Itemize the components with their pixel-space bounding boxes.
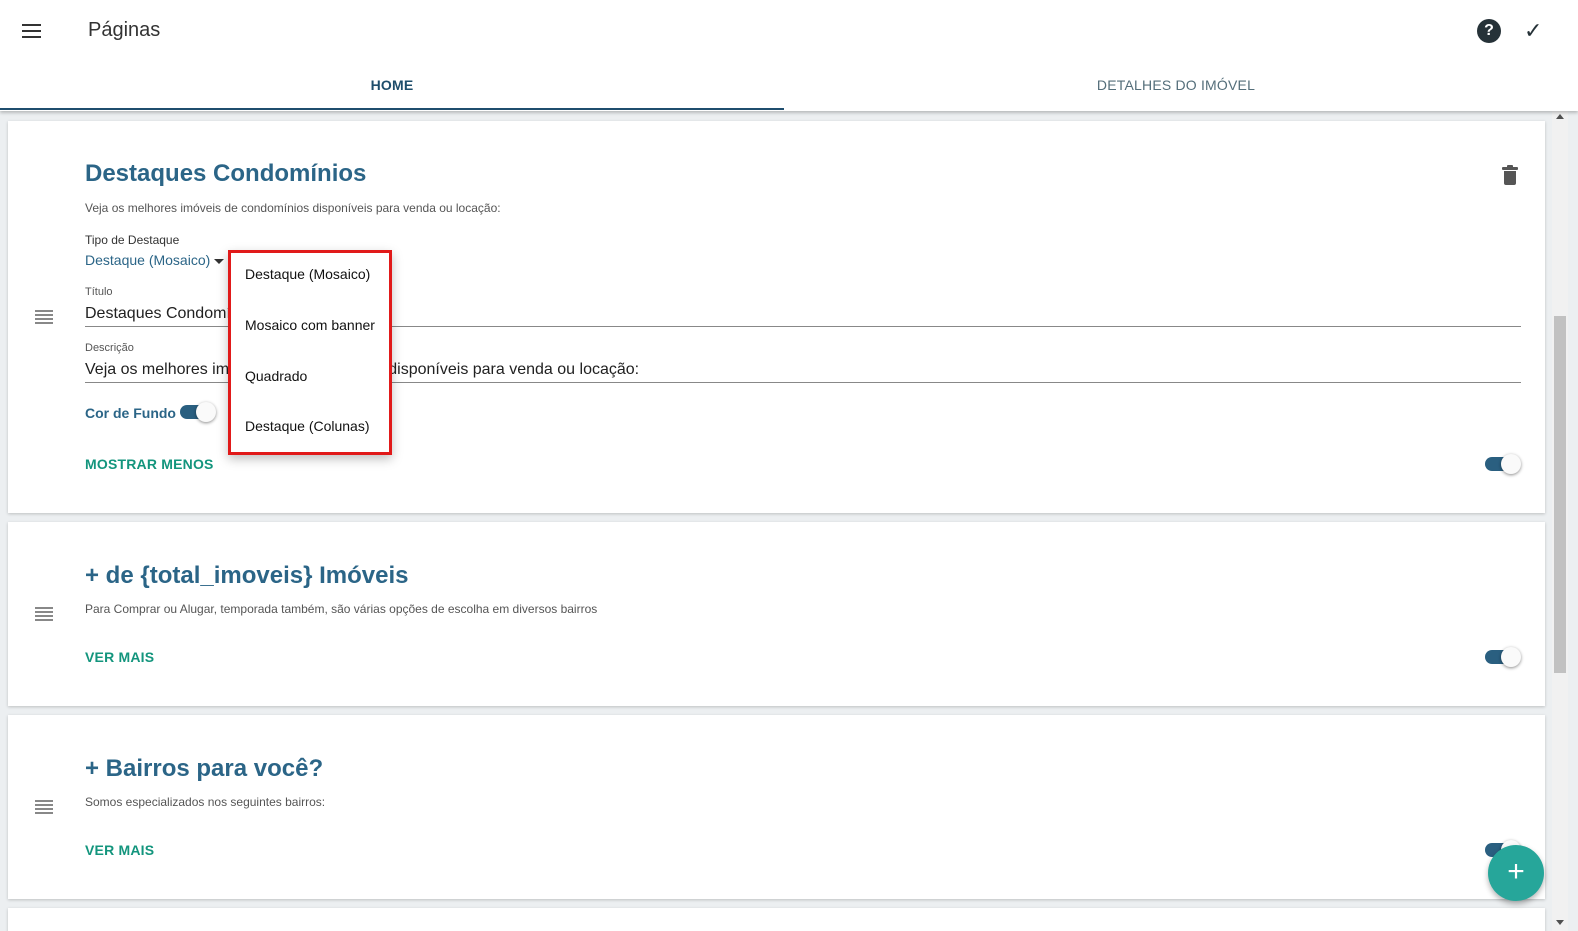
mostrar-menos-button[interactable]: MOSTRAR MENOS [85,456,214,472]
dropdown-option[interactable]: Destaque (Colunas) [245,418,370,434]
tab-detalhes-do-imovel[interactable]: DETALHES DO IMÓVEL [784,62,1568,110]
scroll-up-arrow-icon[interactable] [1556,114,1564,119]
ver-mais-button[interactable]: VER MAIS [85,649,154,665]
section-subtitle: Para Comprar ou Alugar, temporada também… [85,602,598,616]
page-title: Páginas [88,19,161,41]
dropdown-option[interactable]: Quadrado [245,368,307,384]
chevron-down-icon[interactable] [214,259,224,264]
tab-home[interactable]: HOME [0,62,784,110]
scrollbar[interactable] [1552,111,1568,931]
descricao-label: Descrição [85,342,134,354]
dropdown-option[interactable]: Destaque (Mosaico) [245,266,370,282]
drag-handle-icon[interactable] [35,310,53,324]
section-enabled-toggle[interactable] [1485,453,1521,475]
menu-icon[interactable] [20,20,44,42]
scroll-down-arrow-icon[interactable] [1556,920,1564,925]
tipo-destaque-label: Tipo de Destaque [85,233,180,247]
section-subtitle: Veja os melhores imóveis de condomínios … [85,201,501,215]
cor-de-fundo-toggle[interactable] [180,401,216,423]
tipo-destaque-dropdown: Destaque (Mosaico) Mosaico com banner Qu… [228,250,392,455]
titulo-label: Título [85,286,113,298]
trash-icon[interactable] [1502,165,1518,186]
section-title: + de {total_imoveis} Imóveis [85,562,409,589]
tipo-destaque-select[interactable]: Destaque (Mosaico) [85,252,210,268]
app-bar: Páginas ? ✓ HOME DETALHES DO IMÓVEL [0,0,1578,111]
dropdown-option[interactable]: Mosaico com banner [245,317,375,333]
drag-handle-icon[interactable] [35,800,53,814]
section-title: + Bairros para você? [85,755,324,782]
section-card-next [8,908,1545,931]
add-icon: + [1507,855,1525,888]
section-enabled-toggle[interactable] [1485,646,1521,668]
add-section-button[interactable]: + [1488,845,1544,901]
ver-mais-button[interactable]: VER MAIS [85,842,154,858]
check-icon[interactable]: ✓ [1524,18,1542,44]
scrollbar-thumb[interactable] [1554,316,1566,673]
section-card-bairros: + Bairros para você? Somos especializado… [8,715,1545,899]
section-title: Destaques Condomínios [85,160,367,187]
drag-handle-icon[interactable] [35,607,53,621]
cor-de-fundo-label: Cor de Fundo [85,405,176,421]
section-card-total-imoveis: + de {total_imoveis} Imóveis Para Compra… [8,522,1545,706]
help-icon[interactable]: ? [1477,19,1501,43]
section-subtitle: Somos especializados nos seguintes bairr… [85,795,326,809]
